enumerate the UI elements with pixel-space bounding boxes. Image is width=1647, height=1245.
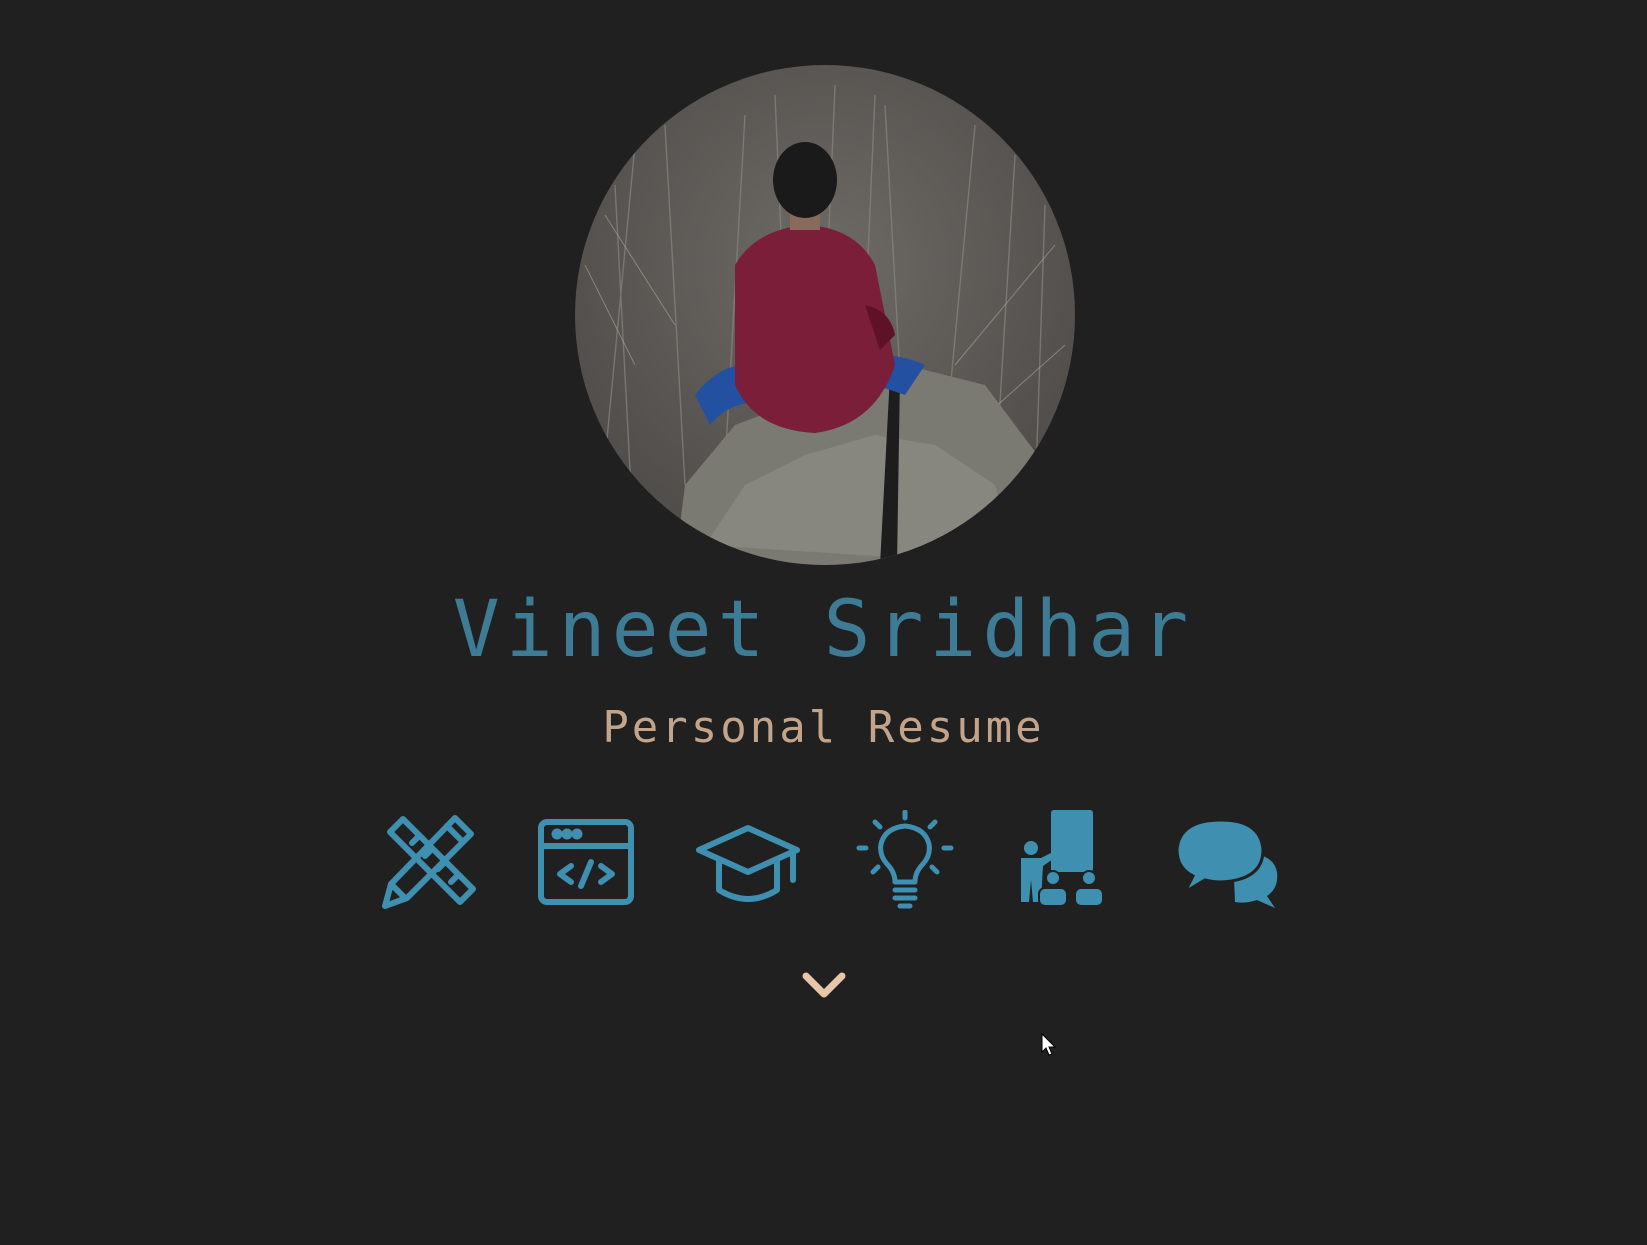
graduation-cap-icon[interactable] (693, 810, 803, 920)
profile-photo (575, 65, 1075, 565)
resume-landing-page: Vineet Sridhar Personal Resume (0, 0, 1647, 1245)
teacher-presentation-icon[interactable] (1013, 810, 1123, 920)
code-window-icon[interactable] (533, 810, 643, 920)
page-title: Vineet Sridhar (452, 585, 1195, 675)
section-nav (0, 810, 1647, 920)
lightbulb-icon[interactable] (853, 810, 963, 920)
chevron-down-icon[interactable] (801, 968, 847, 1002)
chat-bubbles-icon[interactable] (1173, 810, 1283, 920)
page-subtitle: Personal Resume (602, 702, 1045, 753)
mouse-cursor-icon (1041, 1032, 1057, 1057)
pencil-ruler-icon[interactable] (373, 810, 483, 920)
